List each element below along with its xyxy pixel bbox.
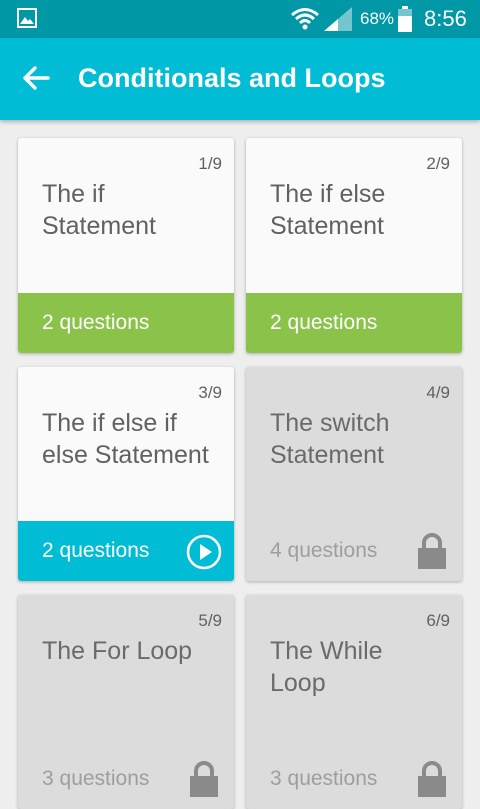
question-count: 4 questions <box>270 539 378 562</box>
play-circle-icon[interactable] <box>186 534 222 570</box>
app-bar: Conditionals and Loops <box>0 38 480 120</box>
question-count: 2 questions <box>42 311 150 334</box>
lesson-footer: 2 questions <box>18 293 234 353</box>
lesson-card-5[interactable]: 5/9 The For Loop 3 questions <box>18 595 234 809</box>
status-bar: 68% 8:56 <box>0 0 480 38</box>
lesson-footer: 2 questions <box>18 521 234 581</box>
lesson-counter: 2/9 <box>426 154 450 173</box>
lesson-card-2[interactable]: 2/9 The if else Statement 2 questions <box>246 138 462 353</box>
lesson-footer: 4 questions <box>246 521 462 581</box>
question-count: 2 questions <box>42 539 150 562</box>
lesson-title: The if else Statement <box>270 180 386 240</box>
lesson-title: The While Loop <box>270 637 383 697</box>
lesson-title: The For Loop <box>42 637 193 665</box>
lock-icon <box>190 761 218 797</box>
wifi-icon <box>291 8 319 30</box>
lock-icon <box>418 533 446 569</box>
lesson-counter: 4/9 <box>426 383 450 402</box>
battery-icon <box>398 6 412 32</box>
lesson-title: The if else if else Statement <box>42 409 209 469</box>
arrow-back-icon[interactable] <box>20 62 52 94</box>
lesson-footer: 3 questions <box>246 749 462 809</box>
lesson-footer: 2 questions <box>246 293 462 353</box>
question-count: 3 questions <box>270 767 378 790</box>
lesson-footer: 3 questions <box>18 749 234 809</box>
battery-percent: 68% <box>360 9 395 28</box>
lesson-title: The if Statement <box>42 180 156 240</box>
lesson-card-6[interactable]: 6/9 The While Loop 3 questions <box>246 595 462 809</box>
lock-icon <box>418 761 446 797</box>
lesson-card-1[interactable]: 1/9 The if Statement 2 questions <box>18 138 234 353</box>
signal-icon <box>324 7 352 31</box>
lesson-counter: 3/9 <box>198 383 222 402</box>
lesson-counter: 5/9 <box>198 611 222 630</box>
gallery-icon <box>17 8 37 28</box>
lesson-counter: 6/9 <box>426 611 450 630</box>
lesson-counter: 1/9 <box>198 154 222 173</box>
page-title: Conditionals and Loops <box>78 63 386 93</box>
lesson-grid: 1/9 The if Statement 2 questions 2/9 The… <box>0 120 480 809</box>
lesson-card-4[interactable]: 4/9 The switch Statement 4 questions <box>246 367 462 581</box>
lesson-title: The switch Statement <box>270 409 390 469</box>
question-count: 3 questions <box>42 767 150 790</box>
lesson-card-3[interactable]: 3/9 The if else if else Statement 2 ques… <box>18 367 234 581</box>
status-clock: 8:56 <box>424 6 467 31</box>
question-count: 2 questions <box>270 311 378 334</box>
